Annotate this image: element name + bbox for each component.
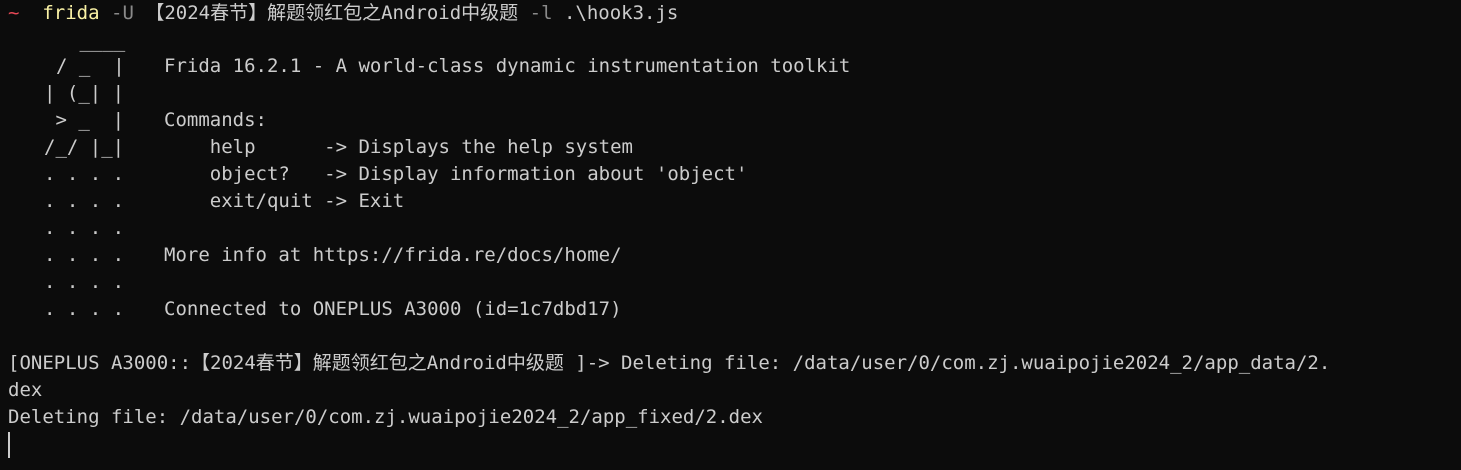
connected-status: Connected to ONEPLUS A3000 (id=1c7dbd17) bbox=[164, 298, 622, 320]
command-target: 【2024春节】解题领红包之Android中级题 bbox=[145, 2, 519, 24]
logo-line-7: . . . . bbox=[44, 217, 125, 239]
prompt-symbol: ~ bbox=[8, 2, 20, 24]
command-flag-load: -l bbox=[529, 2, 553, 24]
output-line-1: dex bbox=[8, 379, 43, 401]
command-script: .\hook3.js bbox=[563, 2, 679, 24]
logo-line-1: / _ | bbox=[56, 55, 125, 77]
command-line: ~ frida -U 【2024春节】解题领红包之Android中级题 -l .… bbox=[8, 0, 678, 27]
banner-title: Frida 16.2.1 - A world-class dynamic ins… bbox=[164, 55, 851, 77]
logo-line-10: . . . . bbox=[44, 298, 125, 320]
more-info-link: More info at https://frida.re/docs/home/ bbox=[164, 244, 622, 266]
command-flag-device: -U bbox=[111, 2, 134, 24]
logo-line-9: . . . . bbox=[44, 271, 125, 293]
commands-heading: Commands: bbox=[164, 109, 267, 131]
terminal-window[interactable]: ~ frida -U 【2024春节】解题领红包之Android中级题 -l .… bbox=[0, 0, 1461, 470]
logo-line-5: . . . . bbox=[44, 163, 125, 185]
command-object: object? -> Display information about 'ob… bbox=[164, 163, 748, 185]
logo-line-3: > _ | bbox=[44, 109, 125, 131]
logo-line-6: . . . . bbox=[44, 190, 125, 212]
logo-line-4: /_/ |_| bbox=[44, 136, 125, 158]
command-program: frida bbox=[42, 2, 100, 24]
text-cursor[interactable] bbox=[8, 432, 10, 458]
output-line-0: [ONEPLUS A3000::【2024春节】解题领红包之Android中级题… bbox=[8, 352, 1331, 374]
logo-line-8: . . . . bbox=[44, 244, 125, 266]
logo-line-0: ____ bbox=[68, 30, 126, 52]
logo-line-2: | (_| | bbox=[44, 82, 125, 104]
command-help: help -> Displays the help system bbox=[164, 136, 633, 158]
command-exit: exit/quit -> Exit bbox=[164, 190, 405, 212]
output-line-2: Deleting file: /data/user/0/com.zj.wuaip… bbox=[8, 406, 763, 428]
